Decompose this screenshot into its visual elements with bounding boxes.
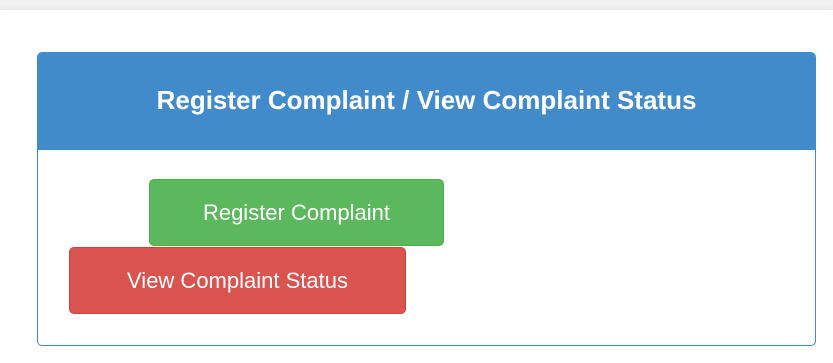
register-complaint-button[interactable]: Register Complaint — [149, 179, 444, 246]
complaint-panel: Register Complaint / View Complaint Stat… — [37, 52, 816, 346]
page-surface: Register Complaint / View Complaint Stat… — [0, 10, 833, 363]
panel-title: Register Complaint / View Complaint Stat… — [156, 85, 697, 115]
panel-heading: Register Complaint / View Complaint Stat… — [38, 53, 815, 150]
view-complaint-status-button[interactable]: View Complaint Status — [69, 247, 406, 314]
panel-body: Register Complaint View Complaint Status — [38, 150, 815, 345]
